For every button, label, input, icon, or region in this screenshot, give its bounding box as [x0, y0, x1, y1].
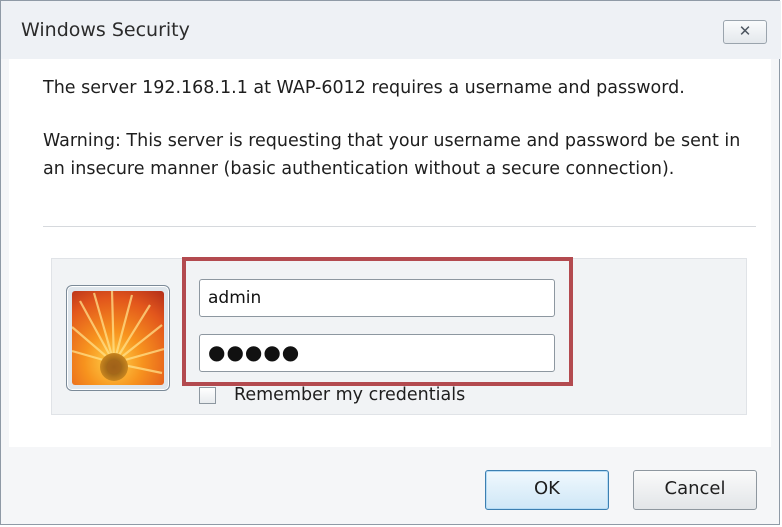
windows-security-dialog: Windows Security ✕ The server 192.168.1.… — [0, 0, 781, 525]
divider — [43, 226, 756, 227]
close-button[interactable]: ✕ — [723, 20, 767, 44]
close-icon: ✕ — [738, 22, 752, 40]
dialog-content: The server 192.168.1.1 at WAP-6012 requi… — [9, 59, 771, 447]
title-bar: Windows Security ✕ — [1, 1, 781, 59]
ok-button[interactable]: OK — [485, 470, 609, 510]
credential-panel: ●●●●● Remember my credentials — [51, 258, 747, 415]
cancel-button[interactable]: Cancel — [633, 470, 757, 510]
server-message: The server 192.168.1.1 at WAP-6012 requi… — [43, 78, 685, 98]
user-tile-avatar — [66, 285, 170, 391]
password-mask: ●●●●● — [208, 340, 301, 364]
remember-label: Remember my credentials — [234, 385, 466, 405]
remember-credentials: Remember my credentials — [199, 384, 465, 406]
warning-message: Warning: This server is requesting that … — [43, 131, 741, 179]
user-tile-flower-icon — [72, 291, 164, 385]
username-field[interactable] — [199, 279, 555, 317]
window-title: Windows Security — [21, 19, 190, 41]
remember-checkbox[interactable] — [199, 386, 216, 404]
password-field[interactable]: ●●●●● — [199, 334, 555, 372]
